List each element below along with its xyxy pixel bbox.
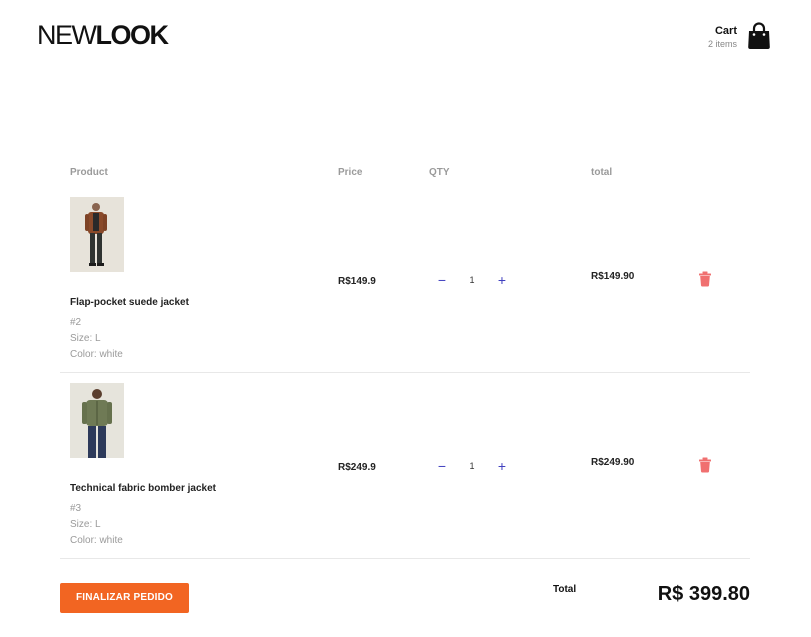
line-total: R$149.90 bbox=[591, 271, 635, 282]
cart-row: Technical fabric bomber jacket #3 Size: … bbox=[60, 373, 750, 559]
quantity-value: 1 bbox=[469, 461, 475, 471]
line-total: R$249.90 bbox=[591, 457, 635, 468]
product-color: Color: white bbox=[70, 349, 123, 360]
trash-icon[interactable] bbox=[698, 457, 712, 473]
product-name[interactable]: Technical fabric bomber jacket bbox=[70, 483, 216, 494]
brand-logo[interactable]: NEWLOOK bbox=[37, 20, 170, 50]
cart-summary: Cart 2 items bbox=[708, 25, 737, 50]
unit-price: R$249.9 bbox=[338, 462, 376, 473]
unit-price: R$149.9 bbox=[338, 276, 376, 287]
increase-quantity-button[interactable]: + bbox=[494, 457, 510, 475]
logo-part-look: LOOK bbox=[95, 20, 170, 50]
trash-icon[interactable] bbox=[698, 271, 712, 287]
quantity-stepper: − 1 + bbox=[434, 457, 510, 475]
cart-title: Cart bbox=[714, 25, 737, 37]
increase-quantity-button[interactable]: + bbox=[494, 271, 510, 289]
cart-item-count: 2 items bbox=[707, 39, 737, 49]
product-image[interactable] bbox=[70, 197, 124, 272]
product-sku: #3 bbox=[70, 503, 82, 514]
product-color: Color: white bbox=[70, 535, 123, 546]
quantity-value: 1 bbox=[469, 275, 475, 285]
column-header-total: total bbox=[591, 167, 613, 178]
decrease-quantity-button[interactable]: − bbox=[434, 457, 450, 475]
checkout-button[interactable]: FINALIZAR PEDIDO bbox=[60, 583, 189, 613]
product-size: Size: L bbox=[70, 519, 101, 530]
column-header-product: Product bbox=[70, 167, 108, 178]
product-name[interactable]: Flap-pocket suede jacket bbox=[70, 297, 189, 308]
product-image[interactable] bbox=[70, 383, 124, 458]
decrease-quantity-button[interactable]: − bbox=[434, 271, 450, 289]
quantity-stepper: − 1 + bbox=[434, 271, 510, 289]
cart-row: Flap-pocket suede jacket #2 Size: L Colo… bbox=[60, 187, 750, 373]
column-header-qty: QTY bbox=[429, 167, 450, 178]
order-total-label: Total bbox=[553, 584, 577, 595]
product-sku: #2 bbox=[70, 317, 82, 328]
column-header-price: Price bbox=[338, 167, 363, 178]
shopping-bag-icon[interactable] bbox=[747, 22, 771, 50]
site-header: NEWLOOK Cart 2 items bbox=[0, 0, 811, 80]
order-total-value: R$ 399.80 bbox=[657, 583, 750, 605]
cart-widget[interactable]: Cart 2 items bbox=[708, 22, 771, 50]
product-size: Size: L bbox=[70, 333, 101, 344]
logo-part-new: NEW bbox=[37, 20, 97, 50]
